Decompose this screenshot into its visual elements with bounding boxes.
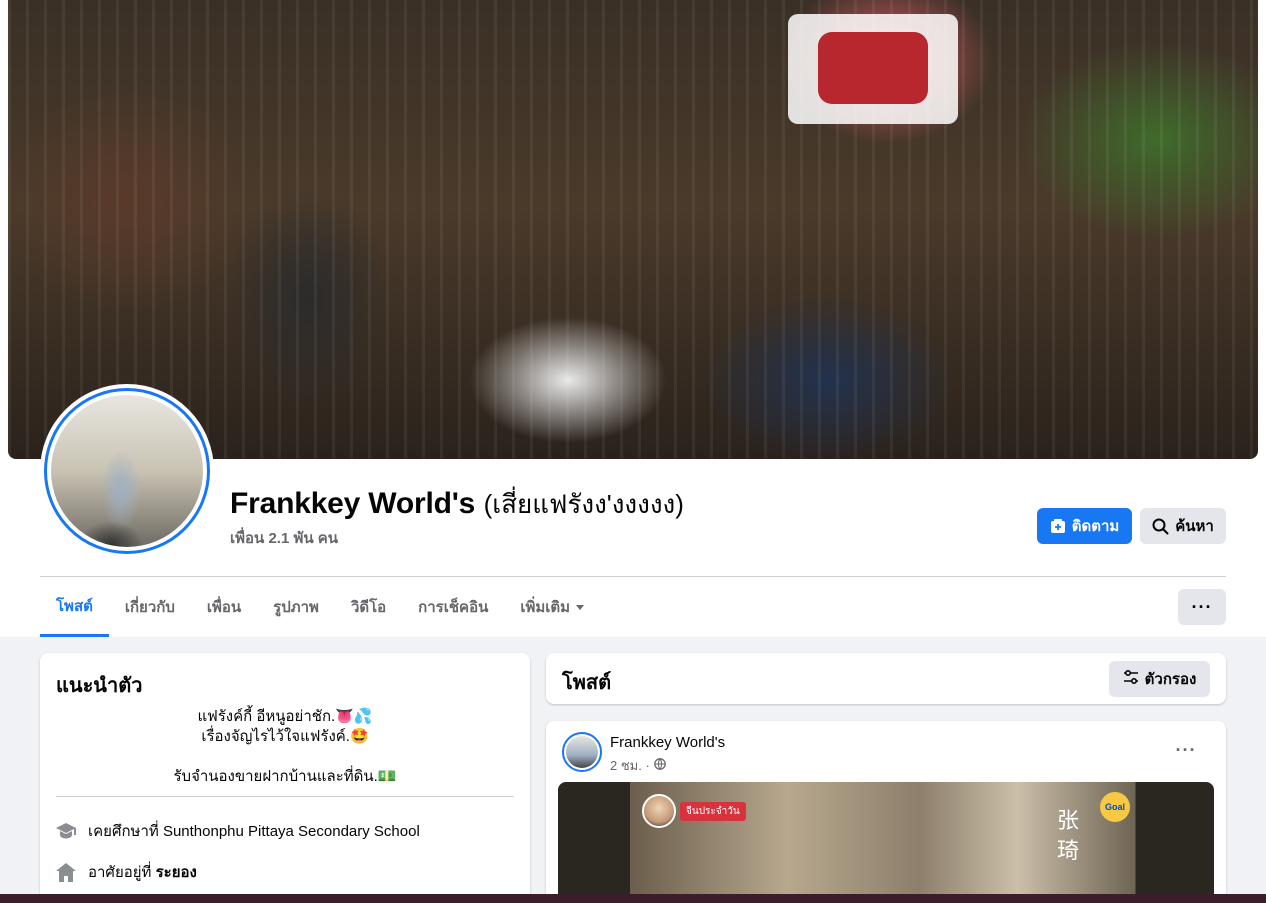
intro-title: แนะนำตัว: [56, 675, 143, 697]
media-badge: จีนประจำวัน: [642, 794, 746, 828]
tab-label: เพิ่มเติม: [520, 599, 571, 616]
post-options-button[interactable]: ···: [1168, 735, 1204, 765]
bio-line: รับจำนองขายฝากบ้านและที่ดิน.💵: [173, 768, 397, 785]
media-presenter-avatar: [642, 794, 676, 828]
tab-posts[interactable]: โพสต์: [40, 577, 109, 637]
location-prefix: อาศัยอยู่ที่: [88, 864, 152, 881]
posts-title: โพสต์: [562, 672, 612, 694]
tab-label: เกี่ยวกับ: [124, 599, 175, 616]
tab-label: รูปภาพ: [273, 599, 319, 616]
post-timestamp[interactable]: 2 ชม. ·: [610, 755, 650, 776]
location-text: อาศัยอยู่ที่ ระยอง: [88, 860, 197, 884]
profile-page: Frankkey World's (เสี่ยแฟรังง'งงงงง) เพื…: [0, 0, 1266, 903]
cover-texture: [8, 0, 1258, 459]
post-meta: 2 ชม. ·: [610, 755, 666, 776]
tab-checkins[interactable]: การเช็คอิน: [402, 577, 504, 637]
tab-friends[interactable]: เพื่อน: [191, 577, 257, 637]
post-author-avatar[interactable]: [562, 732, 602, 772]
avatar-image: [51, 395, 203, 547]
bio-line: แฟรังค์กี้ อีหนูอย่าชัก.👅💦: [197, 708, 373, 725]
search-button[interactable]: ค้นหา: [1140, 508, 1226, 544]
tab-videos[interactable]: วิดีโอ: [335, 577, 402, 637]
sliders-icon: [1123, 669, 1139, 688]
profile-name-main: Frankkey World's: [230, 487, 476, 520]
search-icon: [1152, 518, 1169, 535]
post-author-name[interactable]: Frankkey World's: [610, 734, 725, 751]
cover-photo[interactable]: [8, 0, 1258, 459]
more-options-button[interactable]: ···: [1178, 589, 1226, 625]
filter-button[interactable]: ตัวกรอง: [1109, 661, 1210, 697]
graduation-cap-icon: [56, 821, 76, 841]
tab-label: วิดีโอ: [350, 599, 387, 616]
tab-label: โพสต์: [56, 597, 93, 615]
follow-button[interactable]: ติดตาม: [1037, 508, 1132, 544]
profile-tabs: โพสต์ เกี่ยวกับ เพื่อน รูปภาพ วิดีโอ การ…: [40, 577, 600, 637]
location-row: อาศัยอยู่ที่ ระยอง: [56, 860, 197, 884]
home-icon: [56, 862, 76, 882]
profile-avatar[interactable]: [40, 384, 214, 558]
chevron-down-icon: [576, 604, 585, 610]
friend-count[interactable]: เพื่อน 2.1 พัน คน: [230, 526, 338, 550]
intro-card: แนะนำตัว แฟรังค์กี้ อีหนูอย่าชัก.👅💦 เรื่…: [40, 653, 530, 903]
media-logo: Goal: [1100, 792, 1130, 822]
profile-name: Frankkey World's (เสี่ยแฟรังง'งงงงง): [230, 484, 684, 525]
filter-label: ตัวกรอง: [1144, 671, 1197, 688]
education-school[interactable]: Sunthonphu Pittaya Secondary School: [163, 823, 420, 840]
follow-label: ติดตาม: [1071, 518, 1120, 535]
tab-label: เพื่อน: [206, 599, 242, 616]
search-label: ค้นหา: [1175, 518, 1214, 535]
tab-about[interactable]: เกี่ยวกับ: [109, 577, 191, 637]
tab-label: การเช็คอิน: [418, 599, 489, 616]
bio-divider: [56, 796, 514, 797]
education-prefix: เคยศึกษาที่: [88, 823, 159, 840]
tab-photos[interactable]: รูปภาพ: [257, 577, 335, 637]
location-place[interactable]: ระยอง: [156, 864, 197, 881]
cover-sign: [788, 14, 958, 124]
media-caption: 张 琦: [1056, 808, 1079, 863]
profile-header: Frankkey World's (เสี่ยแฟรังง'งงงงง) เพื…: [0, 0, 1266, 637]
posts-header-card: โพสต์ ตัวกรอง: [546, 653, 1226, 704]
bio-text: แฟรังค์กี้ อีหนูอย่าชัก.👅💦 เรื่องจัญไรไว…: [56, 707, 514, 787]
bio-line: เรื่องจัญไรไว้ใจแฟรังค์.🤩: [201, 728, 369, 745]
post-video[interactable]: จีนประจำวัน 张 琦 Goal: [558, 782, 1214, 903]
tab-more[interactable]: เพิ่มเติม: [504, 577, 600, 637]
education-row: เคยศึกษาที่ Sunthonphu Pittaya Secondary…: [56, 819, 420, 843]
avatar-story-ring: [44, 388, 210, 554]
follow-icon: [1050, 518, 1066, 534]
globe-icon: [653, 758, 666, 773]
post-card: Frankkey World's 2 ชม. · ··· จีนประจำวัน…: [546, 721, 1226, 903]
profile-name-alt: (เสี่ยแฟรังง'งงงงง): [483, 489, 684, 519]
education-text: เคยศึกษาที่ Sunthonphu Pittaya Secondary…: [88, 819, 420, 843]
taskbar-edge: [0, 894, 1266, 903]
media-tag: จีนประจำวัน: [680, 801, 746, 821]
